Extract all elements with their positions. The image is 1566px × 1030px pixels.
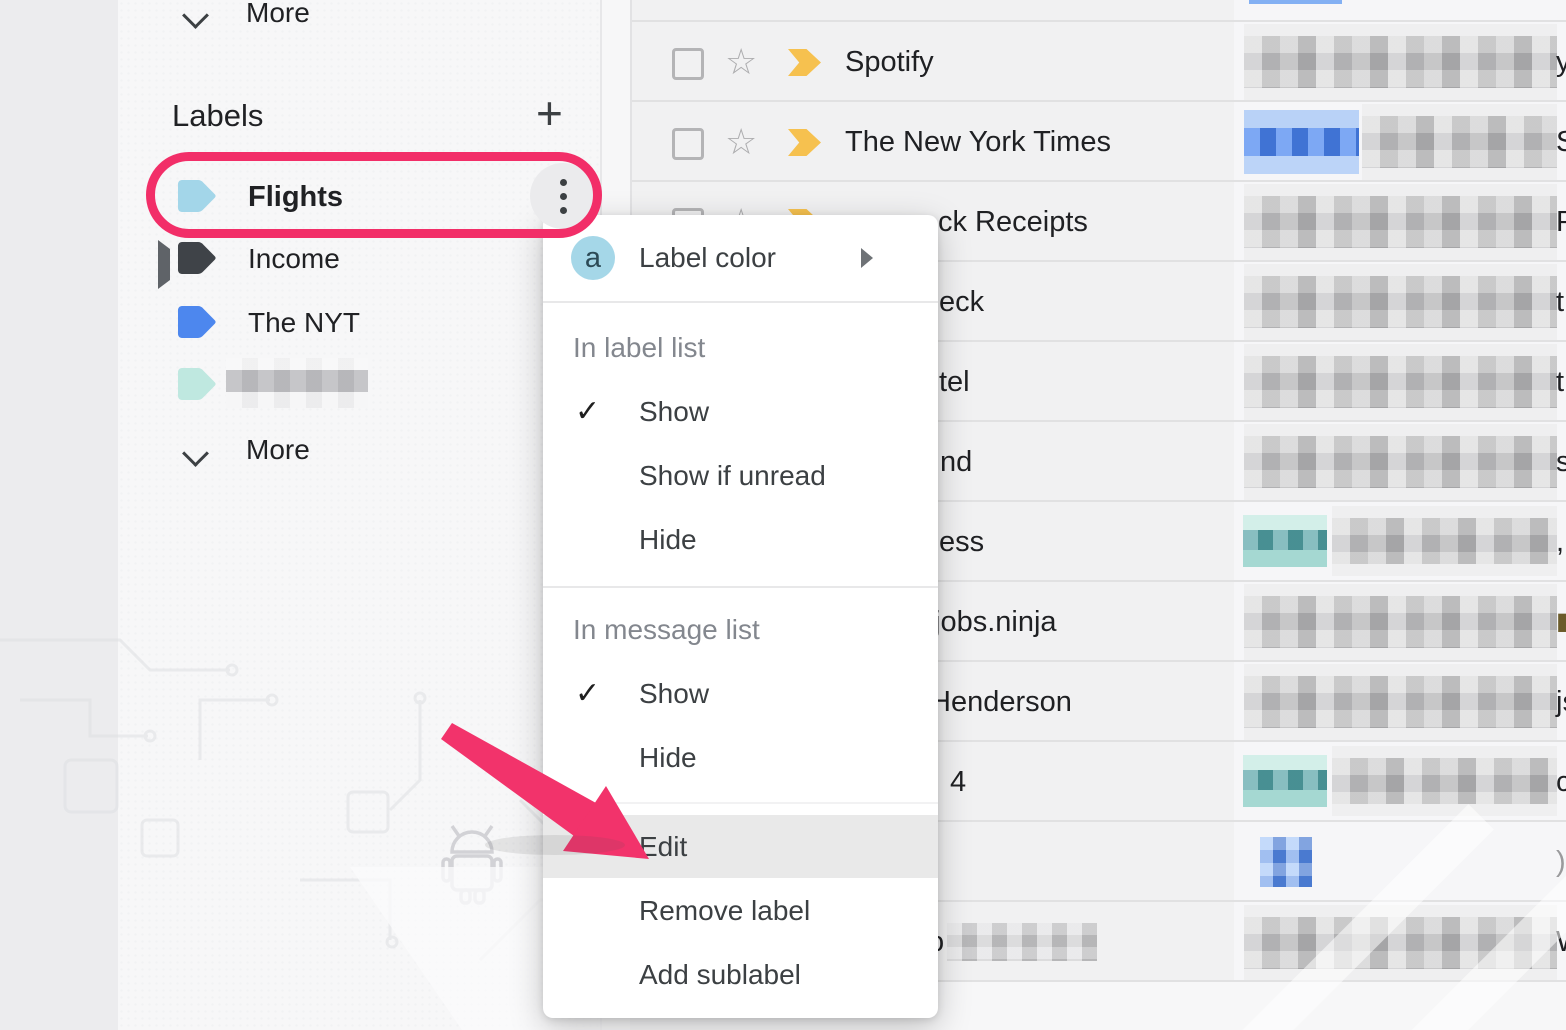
- email-sender-fragment: tel: [939, 342, 970, 422]
- menu-item-label: Label color: [639, 242, 776, 274]
- email-sender-fragment: eck: [939, 262, 984, 342]
- redacted-subject: [1244, 276, 1557, 328]
- label-options-menu: a Label color In label list ✓ Show Show …: [543, 215, 938, 1018]
- subject-trail-text: t: [1556, 342, 1564, 422]
- sidebar-item-label-nyt[interactable]: The NYT: [248, 307, 360, 339]
- star-icon[interactable]: ☆: [725, 42, 757, 82]
- checkbox[interactable]: [672, 48, 704, 80]
- menu-item-label: Remove label: [639, 895, 810, 927]
- sidebar-item-more-top[interactable]: More: [246, 0, 310, 26]
- chevron-down-icon[interactable]: [186, 438, 216, 462]
- redacted-subject: [1362, 116, 1557, 168]
- menu-item-label: Show: [639, 678, 709, 710]
- label-tag-icon-redacted: [177, 367, 217, 401]
- redacted-attachment: [1260, 837, 1312, 887]
- menu-item-label: Add sublabel: [639, 959, 801, 991]
- email-sender-fragment: ess: [939, 502, 984, 582]
- subject-trail-text: js: [1556, 662, 1566, 742]
- email-sender-fragment: jobs.ninja: [934, 582, 1057, 662]
- subject-trail-text: P: [1556, 182, 1566, 262]
- email-sender: The New York Times: [845, 102, 1111, 182]
- importance-marker-icon[interactable]: [788, 129, 821, 156]
- menu-divider: [543, 586, 938, 588]
- email-sender-fragment: ck Receipts: [938, 182, 1088, 262]
- menu-divider: [543, 301, 938, 303]
- redacted-subject: [1244, 36, 1557, 88]
- submenu-arrow-icon: [861, 248, 873, 268]
- menu-divider: [543, 802, 938, 804]
- menu-item-label: Hide: [639, 524, 697, 556]
- email-sender-fragment: Henderson: [930, 662, 1072, 742]
- subject-trail-text: c: [1556, 742, 1566, 822]
- star-icon[interactable]: ☆: [725, 122, 757, 162]
- page-background-strip: [0, 0, 118, 1030]
- label-color-swatch-icon: a: [571, 236, 615, 280]
- subject-trail-text: ,: [1556, 502, 1564, 582]
- highlight-oval-annotation: [146, 152, 602, 238]
- email-sender-fragment: 4: [950, 742, 966, 822]
- redacted-subject: [1244, 596, 1557, 648]
- menu-item-label: Hide: [639, 742, 697, 774]
- importance-marker-icon[interactable]: [788, 49, 821, 76]
- labels-section-header: Labels: [172, 98, 263, 134]
- email-row[interactable]: ☆ Spotify y: [632, 20, 1566, 102]
- redacted-subject: [1244, 356, 1557, 408]
- redacted-label-name[interactable]: [226, 358, 368, 408]
- menu-item-label: Show if unread: [639, 460, 826, 492]
- menu-item-label: Show: [639, 396, 709, 428]
- menu-item-edit[interactable]: Edit: [543, 815, 938, 878]
- menu-section-header: In message list: [573, 614, 760, 646]
- sidebar-item-label-income[interactable]: Income: [248, 243, 340, 275]
- redacted-subject: [1244, 436, 1557, 488]
- redacted-subject: [1332, 758, 1557, 804]
- gmail-label-menu-screenshot: ☆ Spotify y ☆ The New York Times S ☆ ck …: [0, 0, 1566, 1030]
- email-row[interactable]: ☆ The New York Times S: [632, 100, 1566, 182]
- menu-section-header: In label list: [573, 332, 705, 364]
- redacted-attachment: [1243, 515, 1327, 567]
- email-sender: Spotify: [845, 22, 934, 102]
- label-tag-icon-income: [177, 241, 217, 275]
- sidebar-item-more-bottom[interactable]: More: [246, 434, 310, 466]
- checkbox[interactable]: [672, 128, 704, 160]
- redacted-attachment: [1243, 755, 1327, 807]
- check-icon: ✓: [575, 678, 600, 710]
- menu-item-label: Edit: [639, 831, 687, 863]
- check-icon: ✓: [575, 396, 600, 428]
- cutoff-row-mosaic: [1249, 0, 1342, 4]
- email-sender-fragment: nd: [940, 422, 972, 502]
- redacted-attachment: [1244, 110, 1359, 174]
- expand-arrow-icon[interactable]: [158, 249, 170, 281]
- redacted-subject: [1332, 518, 1557, 564]
- redacted-sender: [947, 923, 1097, 961]
- subject-trail-emoji: ▮: [1556, 582, 1566, 662]
- subject-trail-text: s: [1556, 422, 1566, 502]
- redacted-subject: [1244, 676, 1557, 728]
- label-tag-icon-nyt: [177, 305, 217, 339]
- redacted-subject: [1244, 196, 1557, 248]
- subject-trail-text: y: [1556, 22, 1566, 102]
- subject-trail-text: S: [1556, 102, 1566, 182]
- chevron-down-icon[interactable]: [186, 0, 216, 20]
- create-label-plus-icon[interactable]: +: [536, 90, 563, 136]
- subject-trail-text: t: [1556, 262, 1564, 342]
